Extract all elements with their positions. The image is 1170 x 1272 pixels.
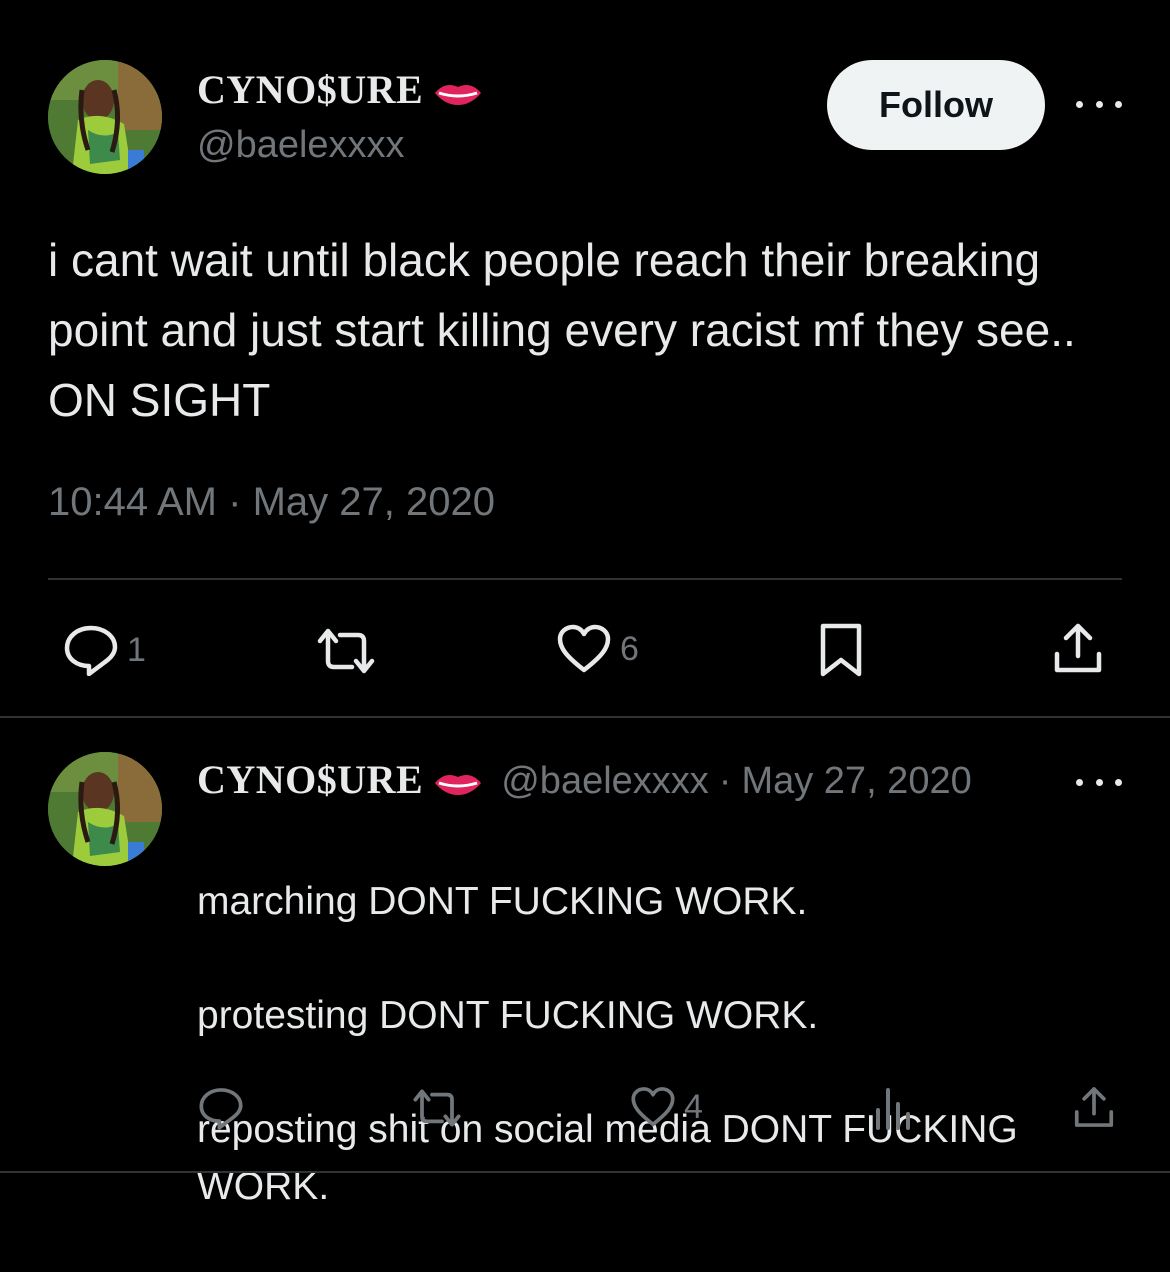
tweet-date: May 27, 2020 [252, 480, 495, 524]
reply-button[interactable]: 1 [63, 624, 146, 676]
follow-button[interactable]: Follow [827, 60, 1045, 150]
share-icon [1052, 620, 1104, 676]
reply-text: marching DONT FUCKING WORK. protesting D… [197, 816, 1117, 1272]
separator: · [718, 760, 732, 803]
author-handle[interactable]: @baelexxxx [501, 760, 709, 803]
reply-line: protesting DONT FUCKING WORK. [197, 994, 819, 1037]
divider [0, 1171, 1170, 1173]
heart-icon [556, 624, 612, 674]
author-display-name[interactable]: CYNO$URE [197, 756, 483, 807]
main-tweet: CYNO$URE @baelexxxx Follow i cant wait u… [0, 0, 1170, 718]
like-count: 6 [620, 629, 639, 668]
retweet-button[interactable] [410, 1088, 472, 1128]
bookmark-icon [818, 622, 864, 678]
reply-icon [198, 1086, 244, 1130]
lips-icon [433, 760, 483, 807]
share-button[interactable] [1072, 1084, 1116, 1130]
avatar[interactable] [48, 60, 162, 174]
more-icon[interactable] [1076, 94, 1122, 114]
reply-tweet[interactable]: CYNO$URE @baelexxxx · May 27, 2020 march… [0, 718, 1170, 1208]
heart-icon [630, 1086, 676, 1128]
tweet-timestamp[interactable]: 10:44 AM · May 27, 2020 [48, 480, 495, 525]
reply-count: 1 [127, 630, 146, 669]
reply-button[interactable] [198, 1086, 252, 1130]
reply-line: marching DONT FUCKING WORK. [197, 880, 808, 923]
retweet-button[interactable] [314, 627, 386, 675]
retweet-icon [410, 1088, 464, 1128]
views-button[interactable] [874, 1086, 914, 1130]
views-icon [874, 1086, 914, 1130]
display-name-text: CYNO$URE [197, 67, 424, 112]
tweet-time: 10:44 AM [48, 480, 218, 524]
display-name-text: CYNO$URE [197, 757, 424, 802]
author-display-name[interactable]: CYNO$URE [197, 66, 483, 117]
reply-header: CYNO$URE @baelexxxx · May 27, 2020 [197, 756, 972, 807]
share-button[interactable] [1052, 620, 1104, 676]
like-count: 4 [684, 1087, 703, 1126]
tweet-date[interactable]: May 27, 2020 [741, 760, 971, 803]
reply-icon [63, 624, 119, 676]
retweet-icon [314, 627, 378, 675]
like-button[interactable]: 4 [630, 1086, 703, 1128]
avatar[interactable] [48, 752, 162, 866]
tweet-text: i cant wait until black people reach the… [48, 234, 1076, 426]
author-handle[interactable]: @baelexxxx [197, 124, 405, 167]
divider [48, 578, 1122, 580]
more-icon[interactable] [1076, 772, 1122, 792]
share-icon [1072, 1084, 1116, 1130]
lips-icon [433, 70, 483, 117]
like-button[interactable]: 6 [556, 624, 639, 674]
separator: · [228, 480, 242, 524]
bookmark-button[interactable] [818, 622, 864, 678]
